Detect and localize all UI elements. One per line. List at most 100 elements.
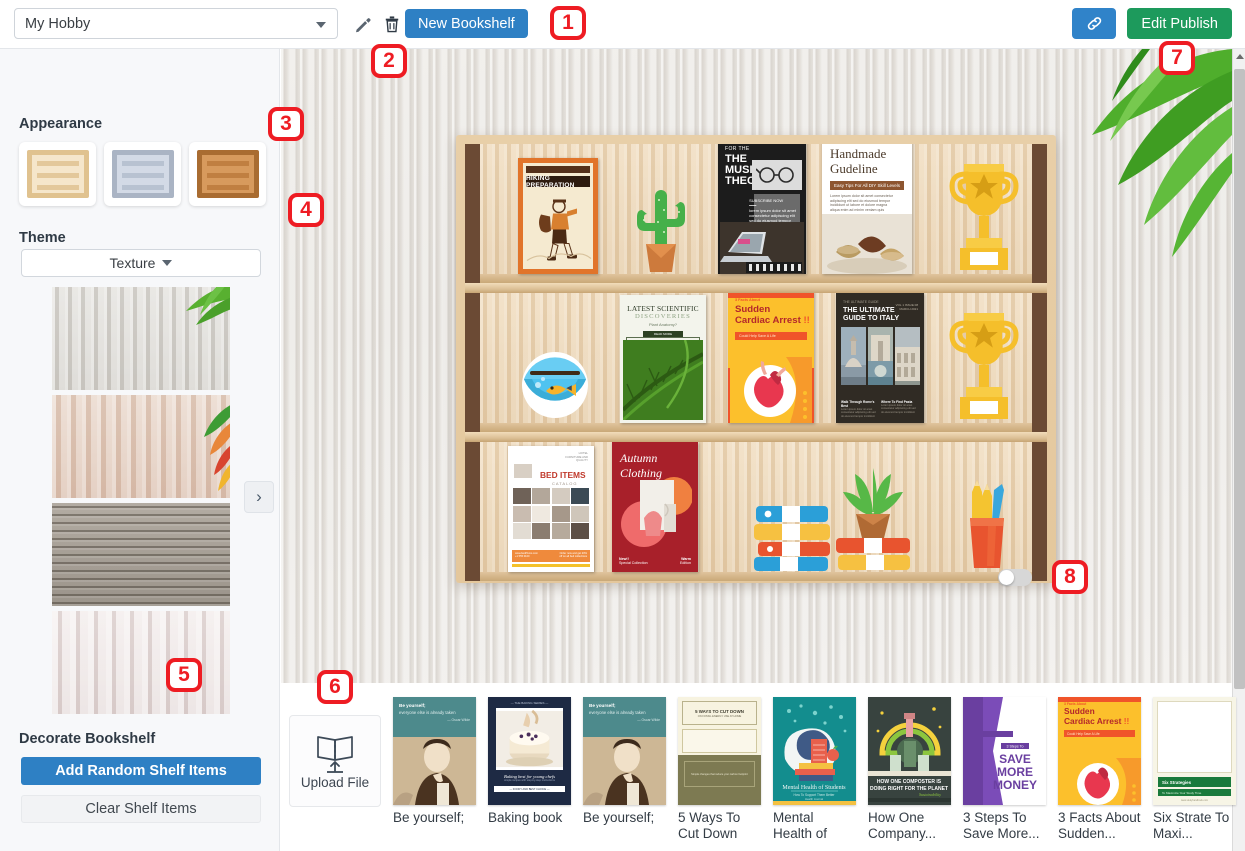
book-sudden-cardiac-arrest[interactable]: 3 Facts About Sudden Cardiac Arrest !! Co… bbox=[728, 293, 814, 423]
book-caption: 3 Steps To Save More... bbox=[963, 810, 1040, 841]
bookshelf-editor-app: My Hobby New Bookshelf Edit Publish Appe… bbox=[0, 0, 1245, 851]
library-book-list: Be yourself; everyone else is already ta… bbox=[393, 697, 1245, 847]
decoration-cactus[interactable] bbox=[630, 170, 692, 274]
appearance-option-dark-wood[interactable] bbox=[189, 142, 266, 206]
book-ultimate-guide-to-italy[interactable]: THE ULTIMATE GUIDE THE ULTIMATE GUIDE TO … bbox=[836, 293, 924, 423]
chevron-down-icon bbox=[162, 260, 173, 266]
decorate-bookshelf-label: Decorate Bookshelf bbox=[19, 731, 156, 747]
decoration-plant-on-books[interactable] bbox=[828, 464, 918, 572]
zoom-toggle-knob bbox=[999, 570, 1014, 585]
book-caption: Baking book bbox=[488, 810, 563, 825]
book-cover: 3 Facts About Sudden Cardiac Arrest !! Co… bbox=[1058, 697, 1141, 805]
decoration-stacked-books[interactable] bbox=[752, 502, 832, 572]
annotation-badge-2: 2 bbox=[371, 44, 407, 78]
theme-texture-list bbox=[52, 287, 230, 719]
book-cover: — THE BAKING SERIES — Baking best for yo… bbox=[488, 697, 571, 805]
shelf-items: HIKING PREPARATION FOR THE THE MUSIC THE… bbox=[480, 144, 1032, 274]
bookshelf-preview[interactable]: HIKING PREPARATION FOR THE THE MUSIC THE… bbox=[456, 135, 1056, 583]
zoom-toggle[interactable] bbox=[998, 569, 1032, 586]
decoration-fishbowl[interactable] bbox=[516, 339, 594, 421]
italy-photo-2 bbox=[868, 327, 893, 385]
svg-text:Health Journal: Health Journal bbox=[805, 797, 823, 801]
annotation-badge-1: 1 bbox=[550, 6, 586, 40]
annotation-badge-6: 6 bbox=[317, 670, 353, 704]
annotation-badge-5: 5 bbox=[166, 658, 202, 692]
texture-option-dark-gray-weathered-wood[interactable] bbox=[52, 503, 230, 606]
autumn-leaves-decoration bbox=[204, 405, 230, 491]
theme-select[interactable]: Texture bbox=[21, 249, 261, 277]
book-cover: 3 Steps To SAVE MORE MONEY bbox=[963, 697, 1046, 805]
svg-text:HOW ONE COMPOSTER IS: HOW ONE COMPOSTER IS bbox=[877, 779, 942, 785]
save-money-cover: 3 Steps To SAVE MORE MONEY bbox=[963, 697, 1046, 805]
library-book-be-yourself-1[interactable]: Be yourself; everyone else is already ta… bbox=[393, 697, 476, 847]
book-autumn-clothing[interactable]: Autumn Clothing New!! Special Collection… bbox=[612, 442, 698, 572]
svg-text:MONEY: MONEY bbox=[993, 778, 1037, 792]
appearance-option-blue-gray[interactable] bbox=[104, 142, 181, 206]
scrollbar-thumb[interactable] bbox=[1234, 69, 1245, 689]
leaf-macro-photo bbox=[623, 340, 703, 420]
library-book-how-one[interactable]: HOW ONE COMPOSTER IS DOING RIGHT FOR THE… bbox=[868, 697, 951, 847]
library-book-six-strategies[interactable]: Six Strategies To Maximize Your Study Ti… bbox=[1153, 697, 1236, 847]
shelf-divider bbox=[465, 283, 1047, 293]
svg-text:3 Steps To: 3 Steps To bbox=[1007, 745, 1024, 749]
green-leaves-decoration bbox=[186, 287, 230, 325]
theme-select-value: Texture bbox=[109, 255, 156, 271]
decoration-trophy[interactable] bbox=[948, 307, 1020, 423]
decoration-pencil-cup[interactable] bbox=[958, 476, 1014, 572]
book-cover: HOW ONE COMPOSTER IS DOING RIGHT FOR THE… bbox=[868, 697, 951, 805]
book-latest-scientific-discoveries[interactable]: LATEST SCIENTIFIC DISCOVERIES Plant Anat… bbox=[620, 295, 706, 423]
bookshelf-select-value: My Hobby bbox=[25, 15, 91, 32]
scroll-up-arrow-icon[interactable] bbox=[1236, 54, 1244, 59]
library-book-baking-book[interactable]: — THE BAKING SERIES — Baking best for yo… bbox=[488, 697, 571, 847]
delete-bookshelf-button[interactable] bbox=[381, 11, 403, 37]
chevron-right-icon: › bbox=[256, 487, 262, 506]
chevron-left-icon: ◂ bbox=[566, 381, 572, 394]
clear-shelf-items-button[interactable]: Clear Shelf Items bbox=[21, 795, 261, 823]
book-library-strip: Upload File Be yourself; everyone else i… bbox=[281, 683, 1236, 851]
annotation-badge-8: 8 bbox=[1052, 560, 1088, 594]
sidebar: Appearance Theme Texture › Decorate Book… bbox=[0, 49, 280, 851]
library-book-3-steps-to[interactable]: 3 Steps To SAVE MORE MONEY 3 Steps To Sa… bbox=[963, 697, 1046, 847]
share-link-button[interactable] bbox=[1072, 8, 1116, 39]
texture-option-pale-pink-stone-wood[interactable] bbox=[52, 611, 230, 714]
book-hiking-preparation[interactable]: HIKING PREPARATION bbox=[518, 158, 598, 274]
book-cover: Mental Health of Students How To Support… bbox=[773, 697, 856, 805]
library-book-mental-health[interactable]: Mental Health of Students How To Support… bbox=[773, 697, 856, 847]
edit-bookshelf-button[interactable] bbox=[351, 11, 373, 37]
appearance-section-label: Appearance bbox=[19, 116, 103, 132]
bookshelf-select[interactable]: My Hobby bbox=[14, 8, 338, 39]
shelf-row-3[interactable]: HOTEL FURNITURE AND QUALITY BED ITEMS CATA… bbox=[465, 442, 1047, 581]
library-book-3-facts-about[interactable]: 3 Facts About Sudden Cardiac Arrest !! Co… bbox=[1058, 697, 1141, 847]
bookshelf-canvas[interactable]: ◂ HIKING PREPARATION FOR THE THE MUSIC T… bbox=[281, 49, 1232, 683]
upload-file-label: Upload File bbox=[300, 774, 370, 790]
book-the-music-theory[interactable]: FOR THE THE MUSIC THEORY SUBSCRIBE NOW ━… bbox=[718, 144, 806, 274]
decoration-trophy[interactable] bbox=[948, 158, 1020, 274]
library-book-be-yourself-2[interactable]: Be yourself; everyone else is already ta… bbox=[583, 697, 666, 847]
italy-photo-1 bbox=[841, 327, 866, 385]
new-bookshelf-button[interactable]: New Bookshelf bbox=[405, 9, 528, 38]
book-caption: 3 Facts About Sudden... bbox=[1058, 810, 1141, 841]
book-bed-items-catalog[interactable]: HOTEL FURNITURE AND QUALITY BED ITEMS CATA… bbox=[508, 446, 594, 572]
glasses-illustration bbox=[756, 167, 794, 183]
bookshelf-interior: HIKING PREPARATION FOR THE THE MUSIC THE… bbox=[465, 144, 1047, 581]
appearance-option-light-wood[interactable] bbox=[19, 142, 96, 206]
appearance-options bbox=[19, 142, 266, 206]
toolbar: My Hobby New Bookshelf Edit Publish bbox=[0, 0, 1245, 49]
chevron-down-icon bbox=[316, 22, 326, 28]
shelf-thumbnail bbox=[196, 150, 259, 198]
compost-illustration: HOW ONE COMPOSTER IS DOING RIGHT FOR THE… bbox=[868, 697, 951, 805]
shelf-row-2[interactable]: LATEST SCIENTIFIC DISCOVERIES Plant Anat… bbox=[465, 293, 1047, 432]
texture-option-gray-wood-with-green-leaves[interactable] bbox=[52, 287, 230, 390]
upload-file-button[interactable]: Upload File bbox=[289, 715, 381, 807]
edit-publish-button[interactable]: Edit Publish bbox=[1127, 8, 1232, 39]
book-handmade-guideline[interactable]: Handmade Gudeline Easy Tips For All DIY S… bbox=[822, 144, 912, 274]
library-book-5-ways-to-cut[interactable]: 5 WAYS TO CUT DOWN ON FOSSIL ENERGY USE … bbox=[678, 697, 761, 847]
texture-next-page-button[interactable]: › bbox=[244, 481, 274, 513]
add-random-shelf-items-button[interactable]: Add Random Shelf Items bbox=[21, 757, 261, 785]
sidebar-collapse-toggle[interactable]: ◂ bbox=[562, 375, 576, 399]
svg-text:SAVE: SAVE bbox=[999, 752, 1031, 766]
book-caption: Be yourself; bbox=[583, 810, 655, 825]
texture-option-pink-wood-with-autumn-leaves[interactable] bbox=[52, 395, 230, 498]
shelf-row-1[interactable]: HIKING PREPARATION FOR THE THE MUSIC THE… bbox=[465, 144, 1047, 283]
open-book-upload-icon bbox=[317, 735, 353, 773]
